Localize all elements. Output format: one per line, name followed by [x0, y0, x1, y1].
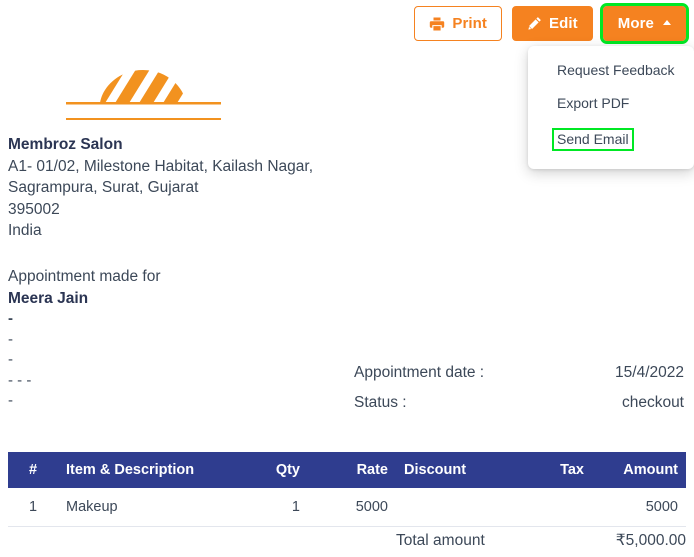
edit-button-label: Edit — [549, 15, 578, 32]
column-header-amount: Amount — [592, 452, 686, 488]
company-name: Membroz Salon — [8, 136, 123, 153]
more-button-wrapper: More — [599, 3, 690, 44]
cell-amount: 5000 — [592, 488, 686, 527]
column-header-tax: Tax — [504, 452, 592, 488]
total-amount-label: Total amount — [396, 532, 485, 549]
menu-item-send-email[interactable]: Send Email — [528, 120, 694, 160]
appointment-status-row: Status : checkout — [354, 388, 684, 418]
customer-detail-line: - - - — [8, 371, 32, 389]
cell-description: Makeup — [58, 488, 232, 527]
items-table-body: 1 Makeup 1 5000 5000 — [8, 488, 686, 527]
customer-detail-line: - — [8, 351, 13, 368]
appointment-date-label: Appointment date : — [354, 364, 485, 381]
table-header-row: # Item & Description Qty Rate Discount T… — [8, 452, 686, 488]
items-table: # Item & Description Qty Rate Discount T… — [8, 452, 686, 527]
company-postal-code: 395002 — [8, 200, 60, 218]
printer-icon — [429, 16, 445, 32]
status-badge: checkout — [621, 394, 684, 411]
pencil-icon — [527, 16, 542, 31]
company-logo — [66, 62, 221, 120]
column-header-rate: Rate — [308, 452, 396, 488]
company-address-line-2: Sagrampura, Surat, Gujarat — [8, 179, 199, 196]
print-button-label: Print — [452, 15, 488, 32]
cell-qty: 1 — [232, 488, 308, 527]
column-header-discount: Discount — [396, 452, 504, 488]
chevron-up-icon — [663, 20, 671, 25]
company-country: India — [8, 222, 42, 239]
menu-item-export-pdf[interactable]: Export PDF — [528, 87, 694, 120]
column-header-description: Item & Description — [58, 452, 232, 488]
appointment-customer-block: Appointment made for Meera Jain - - - - … — [8, 266, 161, 412]
menu-item-request-feedback-label: Request Feedback — [557, 62, 675, 78]
print-button[interactable]: Print — [414, 6, 503, 41]
customer-detail-line: - — [8, 310, 13, 327]
column-header-number: # — [8, 452, 58, 488]
customer-detail-lines: - - - - - - - — [8, 309, 161, 412]
cell-tax — [504, 488, 592, 527]
appointment-meta: Appointment date : 15/4/2022 Status : ch… — [354, 358, 684, 418]
appointment-date-value: 15/4/2022 — [615, 364, 684, 381]
more-dropdown-menu: Request Feedback Export PDF Send Email — [528, 46, 694, 170]
cell-rate: 5000 — [308, 488, 396, 527]
appointment-date-row: Appointment date : 15/4/2022 — [354, 358, 684, 388]
customer-name: Meera Jain — [8, 290, 89, 307]
items-table-head: # Item & Description Qty Rate Discount T… — [8, 452, 686, 488]
total-amount-value: ₹5,000.00 — [615, 532, 686, 549]
company-address-line-1: A1- 01/02, Milestone Habitat, Kailash Na… — [8, 157, 314, 175]
edit-button[interactable]: Edit — [512, 6, 593, 41]
menu-item-send-email-label: Send Email — [552, 127, 634, 152]
cell-discount — [396, 488, 504, 527]
cell-number: 1 — [8, 488, 58, 527]
menu-item-export-pdf-label: Export PDF — [557, 94, 630, 111]
column-header-qty: Qty — [232, 452, 308, 488]
more-button[interactable]: More — [599, 3, 690, 44]
action-toolbar: Print Edit More — [414, 3, 690, 44]
made-for-label: Appointment made for — [8, 268, 161, 285]
totals-row: Total amount ₹5,000.00 — [396, 528, 686, 554]
customer-detail-line: - — [8, 330, 13, 348]
customer-detail-line: - — [8, 392, 13, 409]
table-row: 1 Makeup 1 5000 5000 — [8, 488, 686, 527]
menu-item-request-feedback[interactable]: Request Feedback — [528, 54, 694, 87]
appointment-status-label: Status : — [354, 394, 407, 411]
company-block: Membroz Salon A1- 01/02, Milestone Habit… — [8, 134, 313, 242]
more-button-label: More — [617, 15, 654, 32]
